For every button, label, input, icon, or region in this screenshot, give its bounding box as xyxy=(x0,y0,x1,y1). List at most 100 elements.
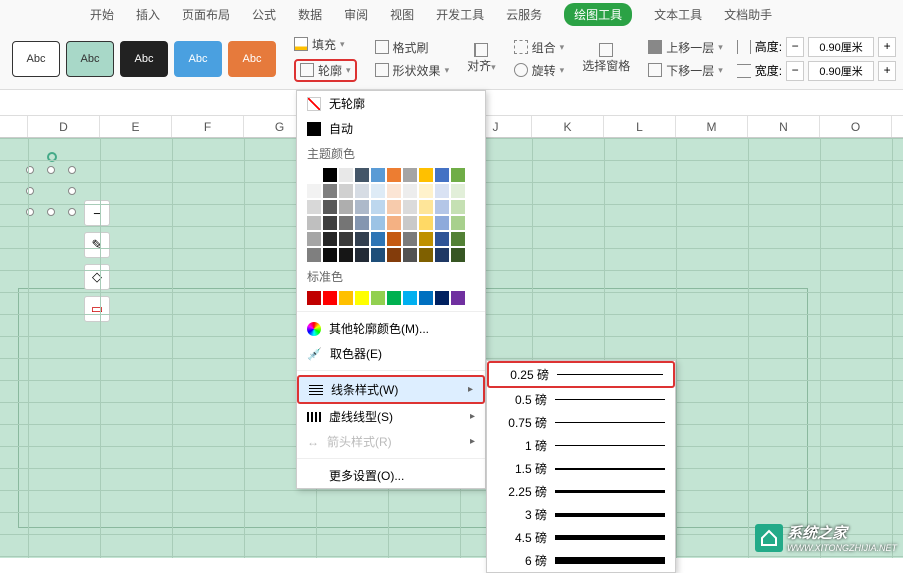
color-swatch[interactable] xyxy=(307,200,321,214)
tab-绘图工具[interactable]: 绘图工具 xyxy=(564,3,632,26)
width-input[interactable] xyxy=(808,61,874,81)
color-swatch[interactable] xyxy=(419,200,433,214)
column-header[interactable]: K xyxy=(532,116,604,137)
color-swatch[interactable] xyxy=(323,216,337,230)
color-swatch[interactable] xyxy=(339,216,353,230)
color-swatch[interactable] xyxy=(403,168,417,182)
column-header[interactable]: D xyxy=(28,116,100,137)
color-swatch[interactable] xyxy=(451,291,465,305)
combine-button[interactable]: 组合▾ xyxy=(514,39,565,56)
rect-tool[interactable]: ▭ xyxy=(84,296,110,322)
color-swatch[interactable] xyxy=(355,232,369,246)
line-weight-option[interactable]: 4.5 磅 xyxy=(487,526,675,549)
color-swatch[interactable] xyxy=(307,184,321,198)
color-swatch[interactable] xyxy=(451,168,465,182)
color-swatch[interactable] xyxy=(435,168,449,182)
color-swatch[interactable] xyxy=(435,232,449,246)
color-swatch[interactable] xyxy=(403,248,417,262)
shape-effect-button[interactable]: 形状效果▾ xyxy=(375,62,450,79)
color-swatch[interactable] xyxy=(435,216,449,230)
color-swatch[interactable] xyxy=(355,291,369,305)
color-swatch[interactable] xyxy=(419,168,433,182)
color-swatch[interactable] xyxy=(323,184,337,198)
color-swatch[interactable] xyxy=(323,168,337,182)
line-weight-option[interactable]: 0.25 磅 xyxy=(487,361,675,388)
shape-preset-4[interactable]: Abc xyxy=(174,41,222,77)
select-pane-button[interactable]: 选择窗格 xyxy=(582,43,630,74)
color-swatch[interactable] xyxy=(419,248,433,262)
color-swatch[interactable] xyxy=(451,200,465,214)
color-swatch[interactable] xyxy=(387,216,401,230)
color-swatch[interactable] xyxy=(419,291,433,305)
line-weight-option[interactable]: 1 磅 xyxy=(487,434,675,457)
color-swatch[interactable] xyxy=(419,232,433,246)
color-swatch[interactable] xyxy=(451,216,465,230)
width-increment[interactable]: + xyxy=(878,61,896,81)
color-swatch[interactable] xyxy=(355,216,369,230)
color-swatch[interactable] xyxy=(387,168,401,182)
align-button[interactable]: 对齐▾ xyxy=(467,43,496,74)
resize-handle-s[interactable] xyxy=(47,208,55,216)
color-swatch[interactable] xyxy=(451,248,465,262)
color-swatch[interactable] xyxy=(307,168,321,182)
tab-开发工具[interactable]: 开发工具 xyxy=(436,6,484,23)
shape-preset-2[interactable]: Abc xyxy=(66,41,114,77)
color-swatch[interactable] xyxy=(435,200,449,214)
fill-button[interactable]: 填充▾ xyxy=(294,36,357,53)
line-weight-option[interactable]: 0.75 磅 xyxy=(487,411,675,434)
color-swatch[interactable] xyxy=(435,291,449,305)
resize-handle-n[interactable] xyxy=(47,166,55,174)
tab-文本工具[interactable]: 文本工具 xyxy=(654,6,702,23)
no-outline-item[interactable]: 无轮廓 xyxy=(297,91,485,116)
color-swatch[interactable] xyxy=(339,200,353,214)
height-increment[interactable]: + xyxy=(878,37,896,57)
color-swatch[interactable] xyxy=(355,184,369,198)
dash-type-item[interactable]: 虚线线型(S)▸ xyxy=(297,404,485,429)
color-swatch[interactable] xyxy=(371,200,385,214)
shape-tool[interactable]: ◇ xyxy=(84,264,110,290)
color-swatch[interactable] xyxy=(355,248,369,262)
color-swatch[interactable] xyxy=(339,184,353,198)
more-settings-item[interactable]: 更多设置(O)... xyxy=(297,463,485,488)
color-swatch[interactable] xyxy=(371,184,385,198)
color-swatch[interactable] xyxy=(307,291,321,305)
color-swatch[interactable] xyxy=(419,184,433,198)
column-header[interactable]: F xyxy=(172,116,244,137)
tab-插入[interactable]: 插入 xyxy=(136,6,160,23)
tab-文档助手[interactable]: 文档助手 xyxy=(724,6,772,23)
color-swatch[interactable] xyxy=(307,232,321,246)
tab-审阅[interactable]: 审阅 xyxy=(344,6,368,23)
tab-开始[interactable]: 开始 xyxy=(90,6,114,23)
line-weight-option[interactable]: 3 磅 xyxy=(487,503,675,526)
color-swatch[interactable] xyxy=(323,200,337,214)
color-swatch[interactable] xyxy=(307,248,321,262)
height-input[interactable] xyxy=(808,37,874,57)
tab-视图[interactable]: 视图 xyxy=(390,6,414,23)
color-swatch[interactable] xyxy=(371,232,385,246)
color-swatch[interactable] xyxy=(323,232,337,246)
color-swatch[interactable] xyxy=(339,248,353,262)
tab-云服务[interactable]: 云服务 xyxy=(506,6,542,23)
color-swatch[interactable] xyxy=(403,184,417,198)
column-header[interactable] xyxy=(0,116,28,137)
color-swatch[interactable] xyxy=(355,200,369,214)
auto-outline-item[interactable]: 自动 xyxy=(297,116,485,141)
color-swatch[interactable] xyxy=(451,232,465,246)
color-swatch[interactable] xyxy=(339,232,353,246)
line-weight-option[interactable]: 2.25 磅 xyxy=(487,480,675,503)
color-swatch[interactable] xyxy=(371,216,385,230)
color-swatch[interactable] xyxy=(387,248,401,262)
pen-tool[interactable]: ✎ xyxy=(84,232,110,258)
color-swatch[interactable] xyxy=(403,216,417,230)
color-swatch[interactable] xyxy=(403,291,417,305)
color-swatch[interactable] xyxy=(323,291,337,305)
width-decrement[interactable]: − xyxy=(786,61,804,81)
resize-handle-se[interactable] xyxy=(68,208,76,216)
outline-button[interactable]: 轮廓▾ xyxy=(294,59,357,82)
column-header[interactable]: L xyxy=(604,116,676,137)
rotate-button[interactable]: 旋转▾ xyxy=(514,62,565,79)
color-swatch[interactable] xyxy=(387,184,401,198)
column-header[interactable]: O xyxy=(820,116,892,137)
format-painter-button[interactable]: 格式刷 xyxy=(375,39,450,56)
resize-handle-e[interactable] xyxy=(68,187,76,195)
